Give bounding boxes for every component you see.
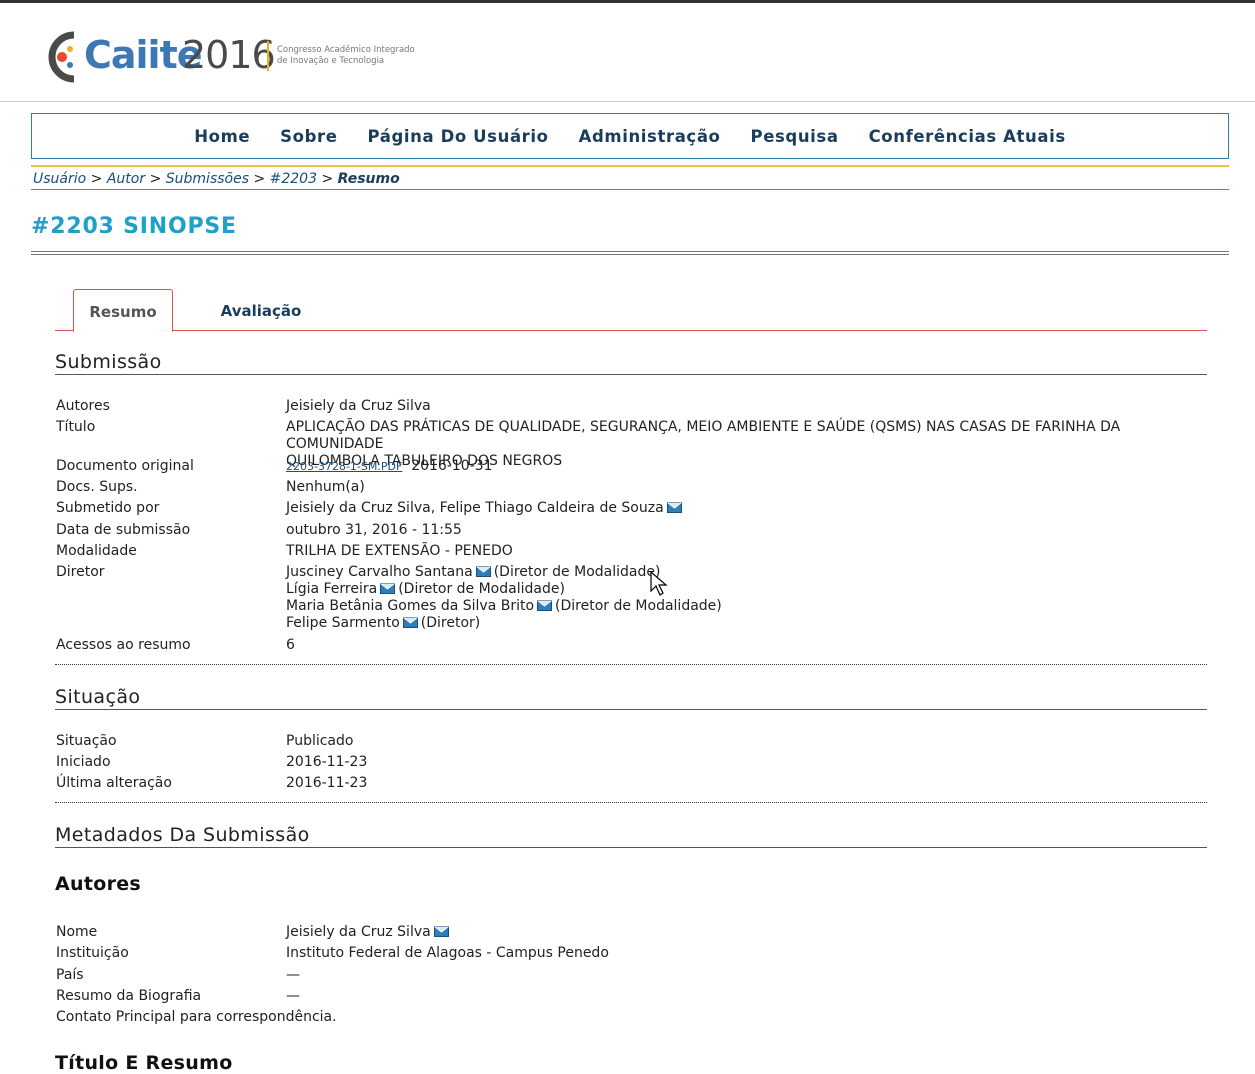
tab-bar: Resumo Avaliação [55, 289, 1207, 332]
status-heading-line [55, 709, 1207, 710]
director-item: Jusciney Carvalho Santana (Diretor de Mod… [286, 564, 661, 580]
logo-subtitle: Congresso Acadêmico Integrado de Inovaçã… [277, 45, 415, 66]
breadcrumb-submission-id[interactable]: #2203 [270, 171, 317, 187]
breadcrumb-current[interactable]: Resumo [338, 171, 400, 187]
email-icon[interactable] [380, 583, 396, 594]
director-item: Maria Betânia Gomes da Silva Brito (Diret… [286, 598, 722, 614]
breadcrumb-divider [31, 189, 1229, 190]
title-rule [31, 251, 1229, 255]
breadcrumb-user[interactable]: Usuário [33, 171, 86, 187]
tab-summary[interactable]: Resumo [73, 289, 173, 332]
metadata-heading-line [55, 847, 1207, 848]
main-nav: Home Sobre Página Do Usuário Administraç… [31, 113, 1229, 159]
email-icon[interactable] [475, 566, 491, 577]
nav-about[interactable]: Sobre [280, 127, 337, 146]
section-separator [55, 664, 1207, 665]
header-divider [0, 101, 1255, 102]
submission-heading-line [55, 374, 1207, 375]
email-icon[interactable] [537, 600, 553, 611]
conference-logo[interactable]: Caiite 2016 Congresso Acadêmico Integrad… [48, 27, 415, 85]
tab-review[interactable]: Avaliação [207, 289, 315, 329]
nav-current-conferences[interactable]: Conferências Atuais [869, 127, 1066, 146]
logo-year: 2016 [182, 33, 276, 77]
logo-mark-icon [48, 31, 75, 83]
nav-accent-line [31, 165, 1229, 167]
breadcrumb-submissions[interactable]: Submissões [166, 171, 249, 187]
director-item: Lígia Ferreira (Diretor de Modalidade) [286, 581, 565, 597]
original-document-link[interactable]: 2203-3728-1-SM.PDF [286, 460, 402, 473]
nav-admin[interactable]: Administração [579, 127, 721, 146]
page-title: #2203 SINOPSE [31, 214, 237, 239]
mouse-cursor-icon [650, 571, 668, 596]
authors-subheading: Autores [55, 873, 142, 895]
director-item: Felipe Sarmento (Diretor) [286, 615, 481, 631]
breadcrumb-author[interactable]: Autor [107, 171, 145, 187]
nav-home[interactable]: Home [194, 127, 250, 146]
email-icon[interactable] [433, 926, 449, 937]
email-icon[interactable] [666, 502, 682, 513]
status-heading: Situação [55, 686, 141, 708]
section-separator [55, 802, 1207, 803]
submission-heading: Submissão [55, 351, 162, 373]
title-abstract-subheading: Título E Resumo [55, 1052, 233, 1074]
nav-search[interactable]: Pesquisa [751, 127, 839, 146]
nav-user-home[interactable]: Página Do Usuário [368, 127, 549, 146]
breadcrumb: Usuário > Autor > Submissões > #2203 > R… [33, 171, 400, 187]
metadata-heading: Metadados Da Submissão [55, 824, 310, 846]
email-icon[interactable] [402, 617, 418, 628]
logo-divider [267, 41, 269, 71]
